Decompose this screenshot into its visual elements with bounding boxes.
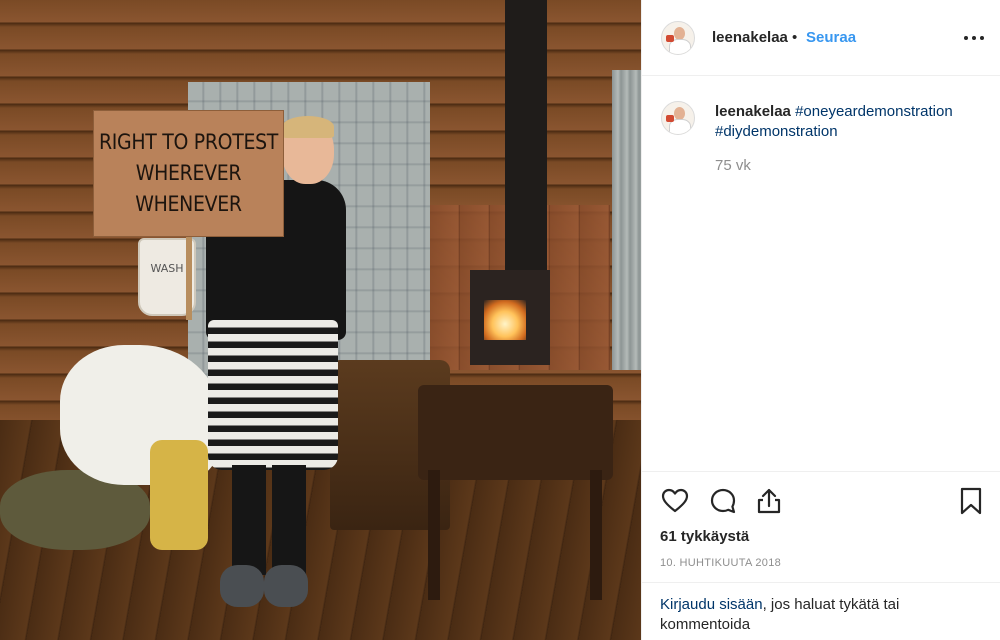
comment-icon[interactable] <box>708 486 738 516</box>
hashtag-link[interactable]: #diydemonstration <box>715 123 838 140</box>
post-header: leenakelaa • Seuraa <box>642 0 1000 76</box>
hashtag-link[interactable]: #oneyeardemonstration <box>795 103 953 120</box>
post-date: 10. HUHTIKUUTA 2018 <box>660 557 782 569</box>
likes-count[interactable]: 61 tykkäystä <box>660 528 749 545</box>
post-photo[interactable]: WASH RIGHT TO PROTEST WHEREVER WHENEVER <box>0 0 641 640</box>
sign-line-1: RIGHT TO PROTEST <box>98 130 279 154</box>
more-horizontal-icon[interactable] <box>964 36 984 40</box>
header-username[interactable]: leenakelaa <box>712 29 788 46</box>
stove-pipe <box>505 0 547 275</box>
fire <box>484 300 526 340</box>
person-hair <box>282 116 334 138</box>
sign-stick <box>186 236 192 320</box>
sign-line-3: WHENEVER <box>135 192 242 216</box>
login-text: Kirjaudu sisään, jos haluat tykätä tai k… <box>660 595 980 635</box>
header-separator: • <box>792 29 798 46</box>
follow-button[interactable]: Seuraa <box>806 29 856 46</box>
protest-sign: RIGHT TO PROTEST WHEREVER WHENEVER <box>93 110 284 237</box>
caption-username[interactable]: leenakelaa <box>715 103 791 120</box>
heart-icon[interactable] <box>660 486 690 516</box>
sign-line-2: WHEREVER <box>135 161 242 185</box>
caption-timestamp[interactable]: 75 vk <box>715 157 751 174</box>
slipper <box>220 565 264 607</box>
bookmark-icon[interactable] <box>956 486 986 516</box>
table-leg <box>428 470 440 600</box>
person-skirt <box>208 320 338 470</box>
login-prompt: Kirjaudu sisään, jos haluat tykätä tai k… <box>642 582 1000 640</box>
person-leg <box>232 465 266 575</box>
coffee-table <box>418 385 613 480</box>
avatar[interactable] <box>661 21 695 55</box>
caption-avatar[interactable] <box>661 101 695 135</box>
login-link[interactable]: Kirjaudu sisään <box>660 596 763 613</box>
share-icon[interactable] <box>754 486 784 516</box>
post-caption: leenakelaa #oneyeardemonstration #diydem… <box>715 102 985 142</box>
yellow-bag <box>150 440 208 550</box>
slipper <box>264 565 308 607</box>
curtain-right <box>612 70 641 370</box>
person-leg <box>272 465 306 575</box>
post-sidebar: leenakelaa • Seuraa leenakelaa #oneyeard… <box>641 0 1000 640</box>
action-bar: 61 tykkäystä 10. HUHTIKUUTA 2018 Kirjaud… <box>642 471 1000 640</box>
table-leg <box>590 470 602 600</box>
